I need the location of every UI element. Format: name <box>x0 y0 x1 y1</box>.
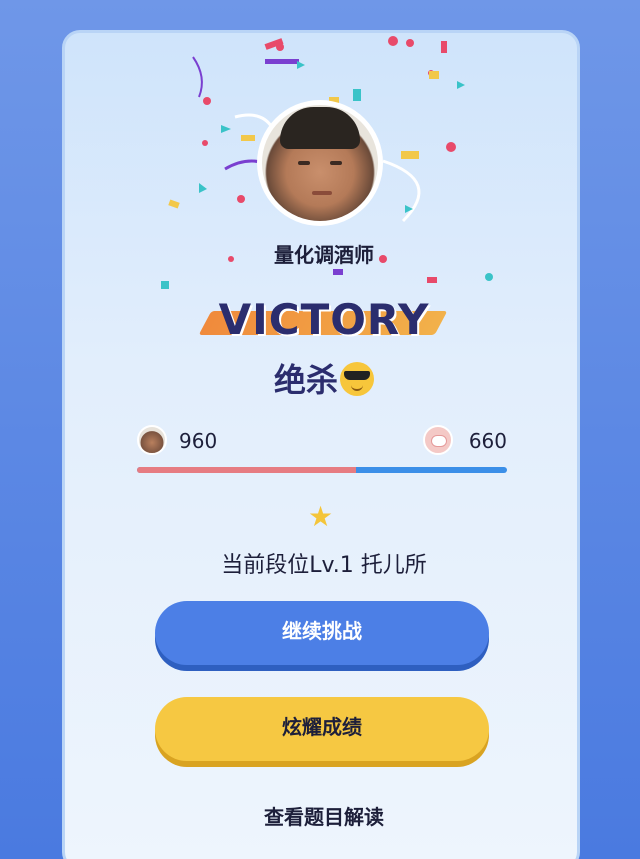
player-score: 960 <box>179 429 218 453</box>
victory-text: VICTORY <box>218 295 430 344</box>
result-text: 绝杀 <box>273 361 338 399</box>
player-avatar <box>257 100 383 226</box>
opponent-score: 660 <box>468 429 507 453</box>
score-row: 960 660 <box>137 425 507 459</box>
player-mini-avatar <box>137 425 167 455</box>
result-title: 绝杀 <box>65 355 577 401</box>
player-score-fill <box>137 467 357 473</box>
victory-banner: VICTORY <box>198 295 449 347</box>
view-answers-link[interactable]: 查看题目解读 <box>65 801 577 830</box>
smiling-face-with-sunglasses-icon <box>340 362 374 396</box>
result-card: 量化调酒师 VICTORY 绝杀 960 660 ★ 当前段位Lv.1 托儿所 … <box>62 30 580 859</box>
opponent-mini-avatar <box>423 425 453 455</box>
show-off-score-button[interactable]: 炫耀成绩 <box>155 697 489 761</box>
score-comparison-bar <box>137 467 507 473</box>
continue-challenge-button[interactable]: 继续挑战 <box>155 601 489 665</box>
player-name: 量化调酒师 <box>274 243 374 267</box>
star-icon: ★ <box>308 500 334 533</box>
rank-label: 当前段位Lv.1 托儿所 <box>221 553 427 578</box>
player-photo <box>262 105 378 221</box>
